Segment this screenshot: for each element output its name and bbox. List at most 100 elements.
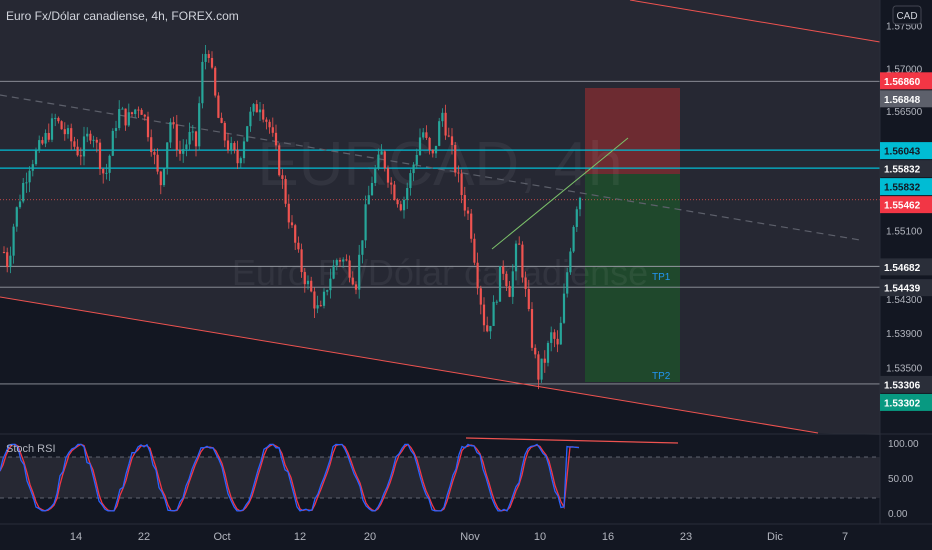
candle-body-9 xyxy=(31,164,34,171)
candle-body-25 xyxy=(82,136,86,157)
candle-body-38 xyxy=(124,108,127,126)
candle-body-22 xyxy=(73,141,76,147)
candle-body-92 xyxy=(297,242,300,250)
candle-body-23 xyxy=(76,146,79,156)
candle-body-164 xyxy=(527,289,530,310)
candle-body-135 xyxy=(434,145,438,154)
candle-body-41 xyxy=(134,109,137,115)
candle-body-168 xyxy=(540,358,543,380)
candle-body-8 xyxy=(28,170,31,183)
symbol-title[interactable]: Euro Fx/Dólar canadiense, 4h, FOREX.com xyxy=(6,9,239,23)
candle-body-93 xyxy=(300,249,303,273)
candle-body-86 xyxy=(278,145,281,176)
candle-body-173 xyxy=(556,338,559,345)
time-tick-8: 23 xyxy=(680,531,692,543)
price-label-7: 1.54439 xyxy=(884,284,921,295)
candle-body-119 xyxy=(383,151,386,169)
candle-body-105 xyxy=(338,260,342,262)
candle-body-95 xyxy=(306,280,310,285)
candle-body-17 xyxy=(57,117,60,122)
candle-body-76 xyxy=(246,126,249,142)
candle-body-162 xyxy=(521,244,524,278)
currency-button-label: CAD xyxy=(896,11,917,22)
candle-body-120 xyxy=(386,168,390,183)
candle-body-179 xyxy=(575,209,578,227)
candle-body-139 xyxy=(447,135,450,137)
candle-body-75 xyxy=(242,141,246,159)
candle-body-42 xyxy=(137,109,140,111)
candle-body-72 xyxy=(233,143,236,150)
currency-button[interactable]: CAD xyxy=(892,5,922,25)
stoch-rsi-band xyxy=(0,457,880,498)
candle-body-82 xyxy=(265,119,268,122)
time-tick-2: Oct xyxy=(213,531,230,543)
candle-body-94 xyxy=(303,272,306,285)
candle-body-133 xyxy=(428,137,431,150)
price-tick-5: 1.53900 xyxy=(886,329,923,340)
candle-body-20 xyxy=(66,128,70,135)
candle-body-59 xyxy=(191,131,194,133)
candle-body-43 xyxy=(140,109,143,115)
candle-body-28 xyxy=(92,139,95,141)
price-label-0: 1.56860 xyxy=(884,77,921,88)
candle-body-114 xyxy=(367,195,370,205)
candle-body-167 xyxy=(537,354,540,380)
candle-body-176 xyxy=(566,272,569,294)
candle-body-148 xyxy=(476,262,479,289)
candle-body-102 xyxy=(329,278,332,291)
candle-body-40 xyxy=(130,112,134,115)
candle-body-66 xyxy=(214,67,217,96)
candle-body-123 xyxy=(396,199,399,205)
candle-body-137 xyxy=(441,112,444,122)
candle-body-3 xyxy=(12,226,15,256)
time-tick-9: Dic xyxy=(767,531,783,543)
candle-body-180 xyxy=(578,197,582,210)
candle-body-26 xyxy=(86,133,89,137)
candle-body-121 xyxy=(390,182,393,185)
candle-body-37 xyxy=(121,108,124,110)
tp2-label: TP2 xyxy=(652,371,671,382)
candle-body-61 xyxy=(198,103,201,147)
candle-body-57 xyxy=(185,144,188,150)
candle-body-154 xyxy=(495,301,498,303)
candle-body-11 xyxy=(38,140,41,151)
candle-body-153 xyxy=(492,301,495,326)
candle-body-15 xyxy=(50,118,54,140)
candle-body-64 xyxy=(207,54,210,58)
candle-body-36 xyxy=(118,109,121,129)
time-tick-6: 10 xyxy=(534,531,546,543)
candle-body-99 xyxy=(319,305,322,307)
candle-body-110 xyxy=(354,284,358,290)
price-label-1: 1.56848 xyxy=(884,95,921,106)
candle-body-85 xyxy=(274,132,278,146)
candle-body-103 xyxy=(332,265,335,279)
candle-body-55 xyxy=(178,149,182,154)
candle-body-74 xyxy=(239,158,242,164)
candle-body-132 xyxy=(425,132,428,138)
candle-body-10 xyxy=(34,150,38,165)
price-tick-6: 1.53500 xyxy=(886,363,923,374)
candle-body-100 xyxy=(322,291,326,306)
candle-body-142 xyxy=(457,172,460,174)
candle-body-62 xyxy=(201,61,204,104)
candle-body-4 xyxy=(15,207,18,227)
candle-body-115 xyxy=(370,182,374,196)
candle-body-13 xyxy=(44,133,47,144)
candle-body-84 xyxy=(271,127,274,133)
candle-body-7 xyxy=(25,182,28,184)
rsi-tick-1: 50.00 xyxy=(888,474,913,485)
chart-area[interactable]: EURCAD, 4h Euro Fx/Dólar canadiense TP1 … xyxy=(0,0,932,550)
candle-body-90 xyxy=(290,222,294,226)
candle-body-53 xyxy=(172,122,175,125)
candle-body-161 xyxy=(518,243,521,245)
rsi-tick-0: 100.00 xyxy=(888,439,919,450)
candle-body-35 xyxy=(114,128,118,131)
candle-body-78 xyxy=(252,104,255,112)
candle-body-1 xyxy=(6,252,9,268)
price-label-8: 1.53306 xyxy=(884,380,921,391)
candle-body-152 xyxy=(489,325,492,332)
candle-body-60 xyxy=(194,131,198,147)
price-tick-3: 1.55100 xyxy=(886,227,923,238)
candle-body-131 xyxy=(422,132,425,138)
time-tick-3: 12 xyxy=(294,531,306,543)
